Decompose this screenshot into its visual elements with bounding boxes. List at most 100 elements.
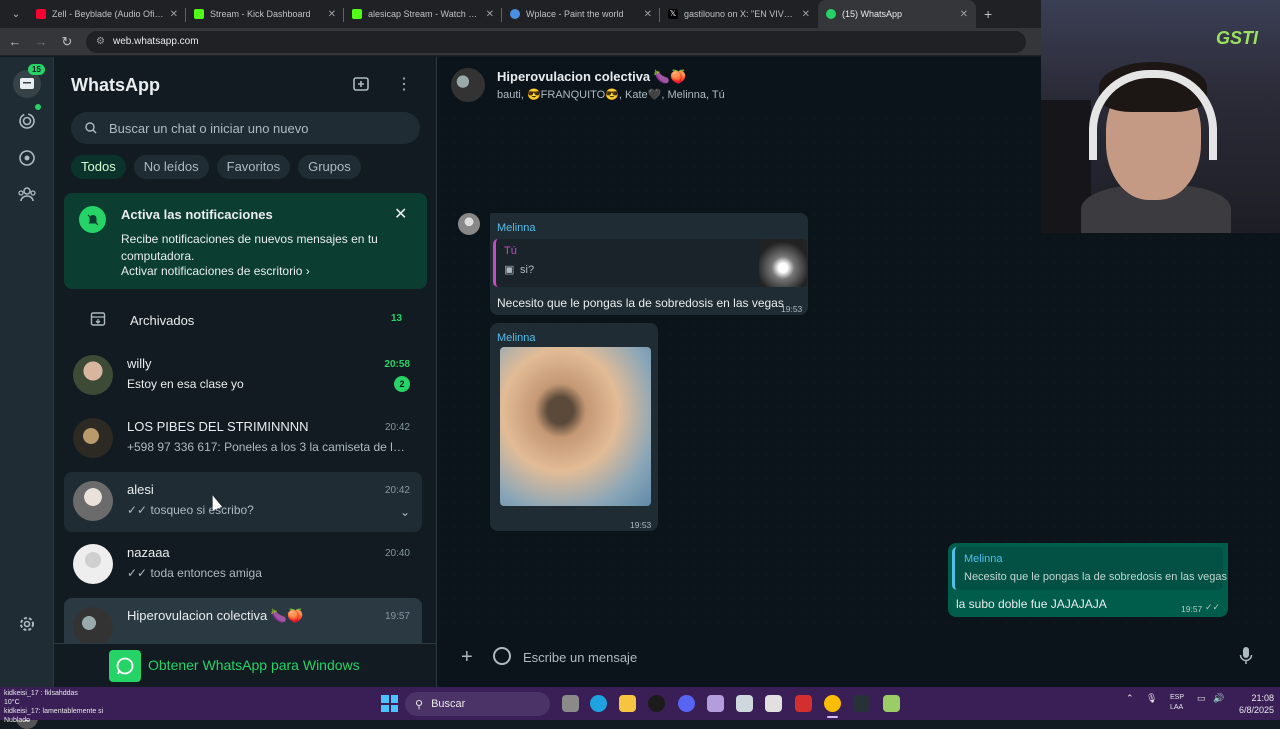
chevron-down-icon[interactable]: ⌄ [400,505,410,519]
quoted-author: Melinna [964,553,1003,565]
emoji-icon[interactable] [493,647,511,665]
quoted-message[interactable]: Melinna Necesito que le pongas la de sob… [952,547,1227,590]
network-icon[interactable]: ▭ [1197,693,1206,704]
search-icon [85,122,97,134]
chat-item[interactable]: nazaaa 20:40 ✓✓ toda entonces amiga [64,535,422,595]
app-title: WhatsApp [71,75,160,95]
browser-tab[interactable]: Zell - Beyblade (Audio Oficial) ✕ [28,2,186,26]
chrome-icon[interactable] [824,695,841,718]
forward-icon[interactable]: → [30,34,52,49]
microphone-icon[interactable]: 🎙 [1146,693,1157,704]
nav-rail: 15 [0,57,54,729]
message-bubble[interactable]: Melinna 19:53 [490,323,658,531]
app-icon[interactable] [795,695,812,712]
tab-search-button[interactable]: ⌄ [4,4,28,24]
enable-notifications-link[interactable]: Activar notificaciones de escritorio › [121,264,310,278]
microphone-icon[interactable] [1239,646,1253,666]
close-icon[interactable]: ✕ [394,204,407,224]
tab-title: Zell - Beyblade (Audio Oficial) [52,9,164,19]
chat-time: 20:42 [384,485,410,496]
volume-icon[interactable]: 🔊 [1213,693,1224,704]
task-view-icon[interactable] [562,695,579,712]
filter-all[interactable]: Todos [71,155,126,179]
communities-icon[interactable] [13,180,41,208]
sender-avatar [458,213,480,235]
chat-item[interactable]: LOS PIBES DEL STRIMINNNN 20:42 +598 97 3… [64,409,422,469]
search-box[interactable] [71,112,420,144]
group-avatar[interactable] [451,68,485,102]
channel-logo: GSTI [1216,28,1259,48]
chat-preview: +598 97 336 617: Poneles a los 3 la cami… [127,440,407,454]
chat-item[interactable]: alesi 20:42 ✓✓ tosqueo si escribo? ⌄ [64,472,422,532]
quoted-message[interactable]: Tú ▣ si? [493,239,807,287]
settings-icon[interactable] [13,610,41,638]
menu-icon[interactable]: ⋮ [394,75,414,95]
back-icon[interactable]: ← [4,34,26,49]
file-explorer-icon[interactable] [619,695,636,712]
weather-line: Nublado [4,717,31,724]
message-input[interactable] [523,644,1223,670]
status-icon[interactable] [13,107,41,135]
app-icon[interactable] [883,695,900,712]
avatar [73,481,113,521]
attach-icon[interactable]: + [461,646,473,669]
notepad-icon[interactable] [765,695,782,712]
browser-tab[interactable]: Wplace - Paint the world ✕ [502,2,660,26]
quoted-image-thumbnail [759,239,807,287]
obs-icon[interactable] [648,695,665,712]
close-tab-icon[interactable]: ✕ [486,9,494,20]
filter-favorites[interactable]: Favoritos [216,155,291,179]
browser-tab[interactable]: Stream - Kick Dashboard ✕ [186,2,344,26]
language-indicator[interactable]: ESP LAA [1170,693,1184,713]
close-tab-icon[interactable]: ✕ [170,9,178,20]
address-bar[interactable]: ⚙ web.whatsapp.com [86,30,1026,53]
notification-banner: Activa las notificaciones ✕ Recibe notif… [64,193,427,289]
quoted-author: Tú [504,245,517,257]
app-icon[interactable] [853,695,870,712]
avatar [73,355,113,395]
browser-tab[interactable]: alesicap Stream - Watch Live on ✕ [344,2,502,26]
archived-row[interactable]: Archivados 13 [54,301,436,341]
chevron-up-icon[interactable]: ⌃ [1126,693,1134,704]
message-time: 19:53 [630,520,652,530]
tab-title: Stream - Kick Dashboard [210,9,311,19]
message-bubble[interactable]: Melinna Tú ▣ si? Necesito que le pongas … [490,213,808,315]
channels-icon[interactable] [13,144,41,172]
clock[interactable]: 21:08 6/8/2025 [1230,692,1274,716]
clock-date: 6/8/2025 [1238,705,1274,715]
image-attachment[interactable] [500,347,651,506]
site-info-icon[interactable]: ⚙ [96,36,105,47]
app-icon[interactable] [707,695,724,712]
enable-notifications-label: Activar notificaciones de escritorio [121,264,303,278]
archive-icon [90,312,106,326]
filter-groups[interactable]: Grupos [298,155,361,179]
close-tab-icon[interactable]: ✕ [802,9,810,20]
get-windows-app-banner[interactable]: Obtener WhatsApp para Windows [54,643,436,687]
new-chat-icon[interactable] [352,75,372,95]
chat-time: 20:40 [384,548,410,559]
message-time: 19:53 [781,304,803,314]
chat-list-panel: WhatsApp ⋮ Todos No leídos Favoritos Gru… [54,57,437,687]
webcam-overlay: GSTI [1041,0,1280,233]
chat-item[interactable]: willy 20:58 Estoy en esa clase yo 2 [64,346,422,406]
double-check-icon: ✓✓ [127,503,148,517]
message-bubble-outgoing[interactable]: Melinna Necesito que le pongas la de sob… [948,543,1228,617]
conversation-title: Hiperovulacion colectiva 🍆🍑 [497,69,687,84]
taskbar-search[interactable]: ⚲ Buscar [405,692,550,716]
message-text: la subo doble fue JAJAJAJA [956,597,1107,611]
photos-icon[interactable] [736,695,753,712]
search-input[interactable] [109,120,399,136]
new-tab-button[interactable]: + [984,6,992,22]
reload-icon[interactable]: ↻ [56,34,78,50]
windows-taskbar: kidkeisi_17 : fklsahddas 10°C kidkeisi_1… [0,687,1280,724]
edge-icon[interactable] [590,695,607,712]
windows-start-icon[interactable] [381,695,398,712]
close-tab-icon[interactable]: ✕ [960,9,968,20]
close-tab-icon[interactable]: ✕ [644,9,652,20]
whatsapp-logo-icon [109,650,141,682]
browser-tab[interactable]: 𝕏 gastilouno on X: "EN VIVOOO ❤ ✕ [660,2,818,26]
close-tab-icon[interactable]: ✕ [328,9,336,20]
discord-icon[interactable] [678,695,695,712]
filter-unread[interactable]: No leídos [133,155,209,179]
browser-tab-active[interactable]: (15) WhatsApp ✕ [818,0,976,28]
